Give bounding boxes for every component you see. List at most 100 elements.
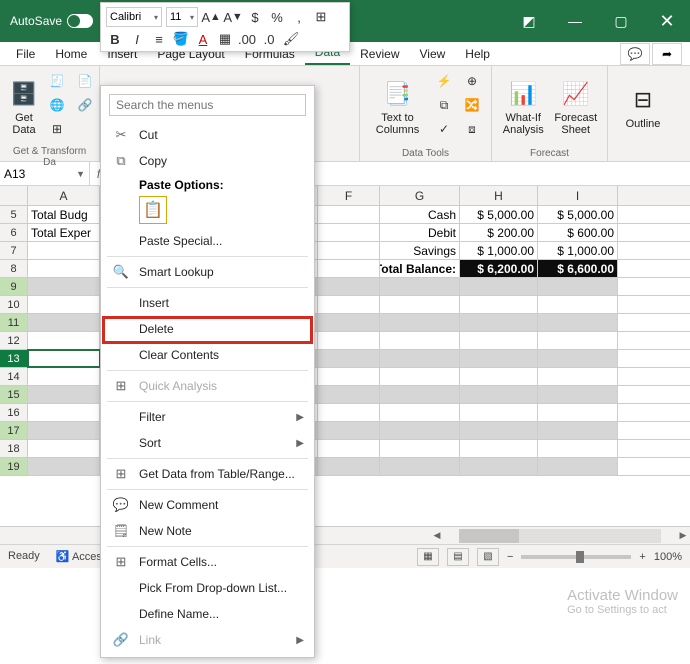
- cell[interactable]: Total Budg: [28, 206, 100, 223]
- cell[interactable]: [28, 332, 100, 349]
- cell[interactable]: [460, 422, 538, 439]
- fill-color-icon[interactable]: 🪣: [172, 29, 190, 49]
- text-to-columns-button[interactable]: 📑 Text to Columns: [368, 70, 427, 144]
- tab-review[interactable]: Review: [350, 43, 409, 65]
- cell[interactable]: [380, 368, 460, 385]
- row-header[interactable]: 8: [0, 260, 28, 277]
- cm-paste-special[interactable]: Paste Special...: [101, 228, 314, 254]
- cell[interactable]: [538, 368, 618, 385]
- cell[interactable]: [28, 296, 100, 313]
- cell[interactable]: Total Exper: [28, 224, 100, 241]
- scroll-thumb[interactable]: [459, 529, 519, 543]
- tab-help[interactable]: Help: [455, 43, 500, 65]
- cell[interactable]: Cash: [380, 206, 460, 223]
- cell[interactable]: [538, 440, 618, 457]
- cell[interactable]: [460, 458, 538, 475]
- whatif-button[interactable]: 📊 What-If Analysis: [500, 70, 547, 144]
- cell[interactable]: [538, 458, 618, 475]
- row-header[interactable]: 7: [0, 242, 28, 259]
- cm-insert[interactable]: Insert: [101, 290, 314, 316]
- cell[interactable]: $ 6,200.00: [460, 260, 538, 277]
- cm-smart-lookup[interactable]: 🔍Smart Lookup: [101, 259, 314, 285]
- cell[interactable]: [380, 332, 460, 349]
- cell[interactable]: Savings: [380, 242, 460, 259]
- borders-icon[interactable]: ▦: [216, 29, 234, 49]
- menu-search[interactable]: [109, 94, 306, 116]
- cell[interactable]: [460, 350, 538, 367]
- paste-icon[interactable]: 📋: [139, 196, 167, 224]
- row-header[interactable]: 15: [0, 386, 28, 403]
- scroll-right-icon[interactable]: ▶: [676, 530, 690, 541]
- cell[interactable]: [318, 260, 380, 277]
- row-header[interactable]: 19: [0, 458, 28, 475]
- cell[interactable]: [318, 458, 380, 475]
- comma-format-icon[interactable]: ,: [290, 7, 308, 27]
- format-painter-icon[interactable]: 🖌: [282, 29, 300, 49]
- merge-icon[interactable]: ⊞: [312, 7, 330, 27]
- row-header[interactable]: 14: [0, 368, 28, 385]
- cell[interactable]: [318, 422, 380, 439]
- scroll-track[interactable]: [459, 529, 661, 543]
- cell[interactable]: $ 1,000.00: [460, 242, 538, 259]
- cell[interactable]: [380, 386, 460, 403]
- cell[interactable]: [538, 332, 618, 349]
- consolidate-icon[interactable]: ⊕: [461, 70, 483, 92]
- colh-a[interactable]: A: [28, 186, 100, 205]
- cell[interactable]: [318, 404, 380, 421]
- from-web-icon[interactable]: 🌐: [46, 94, 68, 116]
- cell[interactable]: $ 6,600.00: [538, 260, 618, 277]
- row-header[interactable]: 13: [0, 350, 28, 367]
- page-layout-view-icon[interactable]: ▤: [447, 548, 469, 566]
- increase-decimal-icon[interactable]: .00: [238, 29, 256, 49]
- cell[interactable]: $ 600.00: [538, 224, 618, 241]
- cell[interactable]: [28, 242, 100, 259]
- data-model-icon[interactable]: ⧈: [461, 118, 483, 140]
- recent-sources-icon[interactable]: 📄: [74, 70, 96, 92]
- font-size-selector[interactable]: 11▾: [166, 7, 198, 27]
- toggle-switch-icon[interactable]: [67, 14, 93, 28]
- cell[interactable]: $ 5,000.00: [460, 206, 538, 223]
- normal-view-icon[interactable]: ▦: [417, 548, 439, 566]
- tab-view[interactable]: View: [410, 43, 456, 65]
- cell[interactable]: Total Balance:: [380, 260, 460, 277]
- cell[interactable]: [460, 404, 538, 421]
- cell[interactable]: [538, 296, 618, 313]
- cell[interactable]: [460, 368, 538, 385]
- cell[interactable]: [380, 350, 460, 367]
- colh-g[interactable]: G: [380, 186, 460, 205]
- minimize-button[interactable]: —: [552, 0, 598, 42]
- colh-f[interactable]: F: [318, 186, 380, 205]
- from-text-icon[interactable]: 🧾: [46, 70, 68, 92]
- relationships-icon[interactable]: 🔀: [461, 94, 483, 116]
- cell[interactable]: [460, 332, 538, 349]
- row-header[interactable]: 16: [0, 404, 28, 421]
- percent-format-icon[interactable]: %: [268, 7, 286, 27]
- cm-define-name[interactable]: Define Name...: [101, 601, 314, 627]
- cell[interactable]: [380, 278, 460, 295]
- cell[interactable]: [28, 368, 100, 385]
- cell[interactable]: $ 5,000.00: [538, 206, 618, 223]
- cell[interactable]: [380, 458, 460, 475]
- page-break-view-icon[interactable]: ▧: [477, 548, 499, 566]
- cell[interactable]: [318, 278, 380, 295]
- cm-clear-contents[interactable]: Clear Contents: [101, 342, 314, 368]
- zoom-level[interactable]: 100%: [654, 551, 682, 563]
- cell[interactable]: [318, 386, 380, 403]
- cell[interactable]: [380, 296, 460, 313]
- decrease-font-icon[interactable]: A▼: [224, 7, 242, 27]
- cell[interactable]: [28, 422, 100, 439]
- share-button[interactable]: ➦: [652, 43, 682, 65]
- cm-new-note[interactable]: 🗒New Note: [101, 518, 314, 544]
- increase-font-icon[interactable]: A▲: [202, 7, 220, 27]
- cell[interactable]: [538, 278, 618, 295]
- accounting-format-icon[interactable]: $: [246, 7, 264, 27]
- outline-button[interactable]: ⊟ Outline: [616, 70, 670, 144]
- cell[interactable]: [28, 458, 100, 475]
- cell[interactable]: [28, 350, 100, 367]
- status-accessibility[interactable]: ♿ Acces: [56, 550, 102, 563]
- row-header[interactable]: 5: [0, 206, 28, 223]
- row-header[interactable]: 9: [0, 278, 28, 295]
- decrease-decimal-icon[interactable]: .0: [260, 29, 278, 49]
- maximize-button[interactable]: ▢: [598, 0, 644, 42]
- autosave-toggle[interactable]: AutoSave: [10, 14, 93, 28]
